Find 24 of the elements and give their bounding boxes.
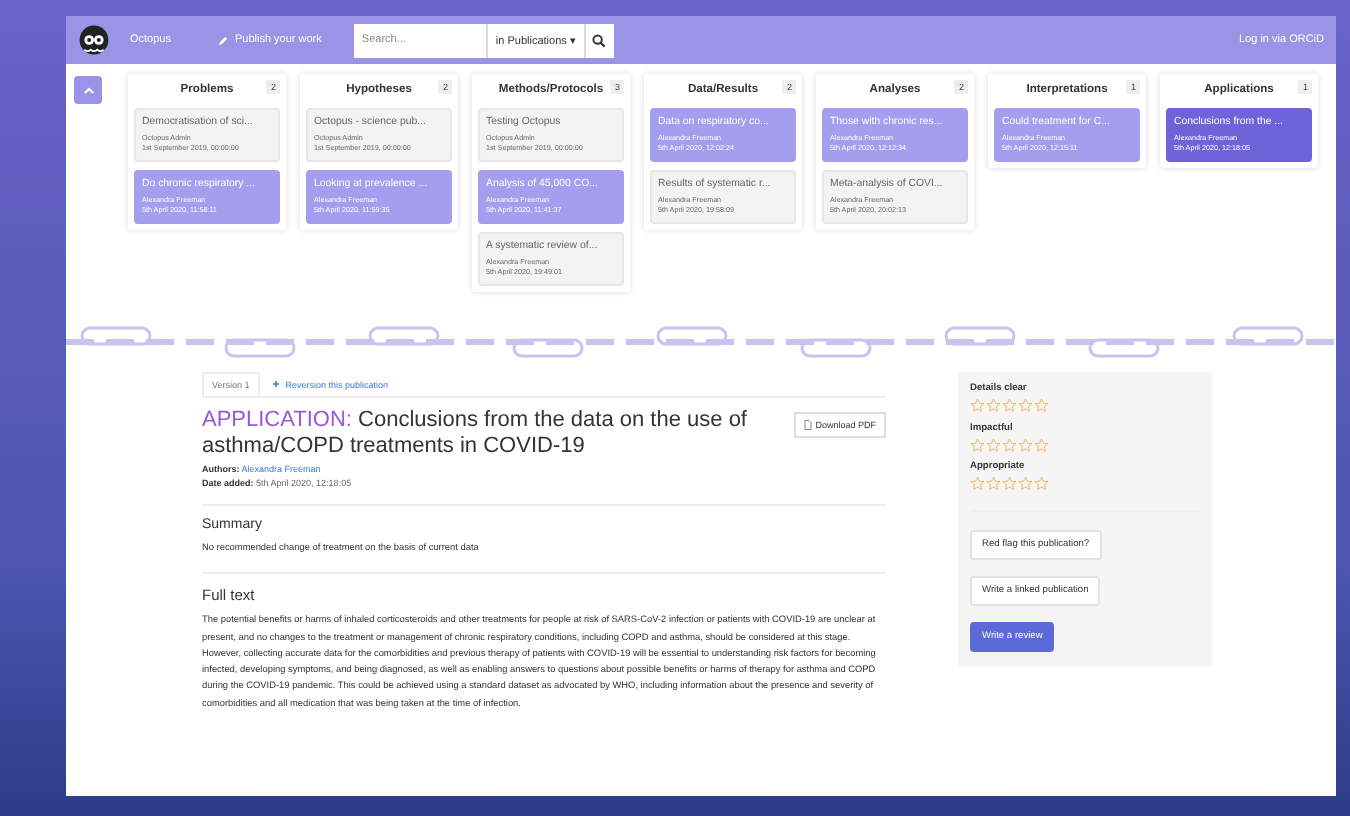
star-icon[interactable] [1002,476,1017,491]
star-icon[interactable] [970,437,985,452]
chevron-up-icon [81,83,95,97]
search-icon [592,33,607,47]
pencil-icon [218,35,229,45]
star-icon[interactable] [1018,398,1033,413]
star-icon[interactable] [986,398,1001,413]
octopus-logo-icon[interactable] [78,24,110,56]
star-icon[interactable] [1002,398,1017,413]
star-icon[interactable] [1018,476,1033,491]
star-icon[interactable] [970,398,985,413]
star-icon[interactable] [1034,476,1049,491]
star-icon[interactable] [986,476,1001,491]
star-icon[interactable] [1002,437,1017,452]
publication-title: APPLICATION: Conclusions from the data on the use of asthma/COPD treatments in COVID-19 [202,408,749,460]
star-icon[interactable] [1018,437,1033,452]
search-button[interactable] [583,23,614,57]
document-icon [803,420,812,430]
star-icon[interactable] [970,476,985,491]
star-icon[interactable] [1034,437,1049,452]
star-icon[interactable] [986,437,1001,452]
plus-icon [271,380,280,388]
star-icon[interactable] [1034,398,1049,413]
collapse-button[interactable] [74,76,102,104]
